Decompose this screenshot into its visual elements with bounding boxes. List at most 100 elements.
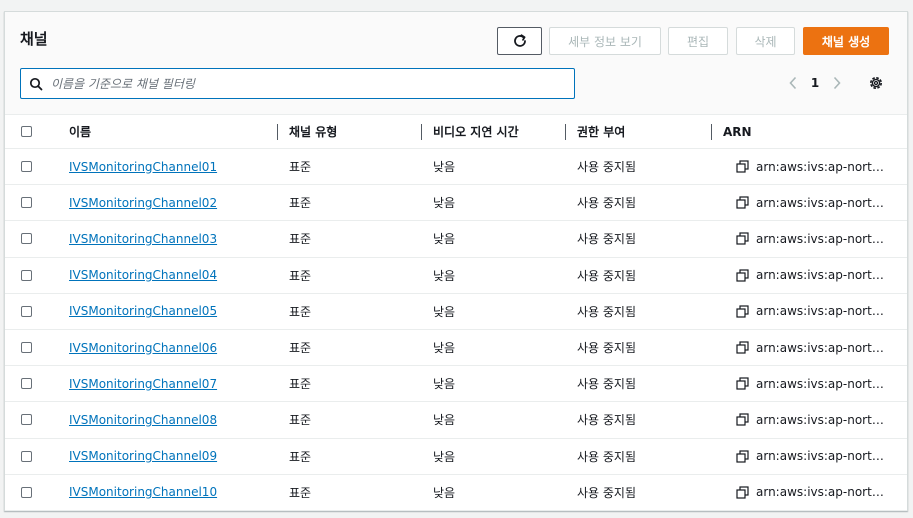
row-checkbox[interactable]: [21, 414, 32, 426]
channel-name-link[interactable]: IVSMonitoringChannel09: [69, 449, 217, 463]
column-header-name[interactable]: 이름: [57, 114, 277, 149]
latency-cell: 낮음: [421, 257, 565, 294]
column-header-latency[interactable]: 비디오 지연 시간: [421, 114, 565, 149]
row-checkbox[interactable]: [21, 269, 32, 281]
video-latency: 낮음: [433, 413, 456, 428]
arn-cell: arn:aws:ivs:ap-northe...: [711, 474, 907, 511]
row-checkbox[interactable]: [21, 486, 32, 498]
arn-value: arn:aws:ivs:ap-northe...: [756, 485, 891, 500]
table-row[interactable]: IVSMonitoringChannel08 표준 낮음 사용 중지됨 arn:aws:…: [5, 401, 907, 439]
next-page-button[interactable]: [826, 74, 848, 92]
authorization-status: 사용 중지됨: [577, 160, 637, 175]
type-cell: 표준: [277, 438, 421, 475]
type-cell: 표준: [277, 329, 421, 367]
channel-name-link[interactable]: IVSMonitoringChannel06: [69, 341, 217, 355]
column-header-type[interactable]: 채널 유형: [277, 114, 421, 149]
channel-name-link[interactable]: IVSMonitoringChannel01: [69, 160, 217, 174]
row-checkbox[interactable]: [21, 305, 32, 317]
row-select-cell: [5, 365, 57, 403]
table-row[interactable]: IVSMonitoringChannel02 표준 낮음 사용 중지됨 arn:aws:…: [5, 184, 907, 222]
edit-button[interactable]: 편집: [668, 27, 728, 55]
arn-value: arn:aws:ivs:ap-northe...: [756, 412, 891, 427]
row-checkbox[interactable]: [21, 450, 32, 462]
refresh-button[interactable]: [497, 27, 542, 55]
video-latency: 낮음: [433, 232, 456, 247]
row-checkbox[interactable]: [21, 161, 32, 173]
row-checkbox[interactable]: [21, 233, 32, 245]
authorization-cell: 사용 중지됨: [565, 220, 711, 258]
chevron-right-icon: [833, 76, 841, 90]
table-row[interactable]: IVSMonitoringChannel05 표준 낮음 사용 중지됨 arn:aws:…: [5, 293, 907, 330]
search-box[interactable]: [20, 68, 575, 99]
table-row[interactable]: IVSMonitoringChannel06 표준 낮음 사용 중지됨 arn:aws:…: [5, 329, 907, 367]
column-header-arn[interactable]: ARN: [711, 114, 907, 149]
type-cell: 표준: [277, 293, 421, 330]
copy-icon[interactable]: [736, 413, 749, 427]
table-row[interactable]: IVSMonitoringChannel01 표준 낮음 사용 중지됨 arn:aws:…: [5, 148, 907, 186]
table-row[interactable]: IVSMonitoringChannel09 표준 낮음 사용 중지됨 arn:aws:…: [5, 438, 907, 475]
row-select-cell: [5, 220, 57, 258]
page-number[interactable]: 1: [804, 76, 826, 90]
name-cell: IVSMonitoringChannel10: [57, 474, 277, 511]
table-row[interactable]: IVSMonitoringChannel07 표준 낮음 사용 중지됨 arn:aws:…: [5, 365, 907, 403]
type-cell: 표준: [277, 148, 421, 186]
copy-icon[interactable]: [736, 232, 749, 246]
authorization-status: 사용 중지됨: [577, 268, 637, 283]
channel-type: 표준: [289, 449, 312, 464]
table-row[interactable]: IVSMonitoringChannel10 표준 낮음 사용 중지됨 arn:aws:…: [5, 474, 907, 511]
row-select-cell: [5, 474, 57, 511]
authorization-cell: 사용 중지됨: [565, 148, 711, 186]
delete-button[interactable]: 삭제: [736, 27, 795, 55]
copy-icon[interactable]: [736, 269, 749, 282]
copy-icon[interactable]: [736, 196, 749, 209]
copy-icon[interactable]: [736, 160, 749, 173]
video-latency: 낮음: [433, 341, 456, 356]
latency-cell: 낮음: [421, 220, 565, 258]
create-channel-button[interactable]: 채널 생성: [803, 27, 889, 55]
channel-name-link[interactable]: IVSMonitoringChannel07: [69, 377, 217, 391]
column-header-authorization[interactable]: 권한 부여: [565, 114, 711, 149]
video-latency: 낮음: [433, 160, 456, 175]
arn-value: arn:aws:ivs:ap-northe...: [756, 195, 891, 210]
channel-name-link[interactable]: IVSMonitoringChannel05: [69, 304, 217, 318]
channel-type: 표준: [289, 268, 312, 283]
select-all-checkbox[interactable]: [21, 126, 32, 137]
authorization-cell: 사용 중지됨: [565, 293, 711, 330]
name-cell: IVSMonitoringChannel02: [57, 184, 277, 222]
table-row[interactable]: IVSMonitoringChannel04 표준 낮음 사용 중지됨 arn:aws:…: [5, 257, 907, 294]
channel-name-link[interactable]: IVSMonitoringChannel08: [69, 413, 217, 427]
copy-icon[interactable]: [736, 377, 749, 390]
name-cell: IVSMonitoringChannel06: [57, 329, 277, 367]
video-latency: 낮음: [433, 304, 456, 319]
row-select-cell: [5, 184, 57, 222]
channel-name-link[interactable]: IVSMonitoringChannel02: [69, 196, 217, 210]
search-input[interactable]: [51, 76, 574, 91]
row-checkbox[interactable]: [21, 342, 32, 354]
channel-name-link[interactable]: IVSMonitoringChannel03: [69, 232, 217, 246]
video-latency: 낮음: [433, 377, 456, 392]
channel-name-link[interactable]: IVSMonitoringChannel04: [69, 268, 217, 282]
row-checkbox[interactable]: [21, 197, 32, 209]
copy-icon[interactable]: [736, 341, 749, 354]
authorization-status: 사용 중지됨: [577, 485, 637, 500]
authorization-status: 사용 중지됨: [577, 304, 637, 319]
row-checkbox[interactable]: [21, 378, 32, 390]
copy-icon[interactable]: [736, 486, 749, 499]
copy-icon[interactable]: [736, 305, 749, 318]
arn-cell: arn:aws:ivs:ap-northe...: [711, 329, 907, 367]
row-select-cell: [5, 293, 57, 330]
row-select-cell: [5, 438, 57, 475]
arn-value: arn:aws:ivs:ap-northe...: [756, 340, 891, 355]
channel-type: 표준: [289, 232, 312, 247]
refresh-icon: [513, 34, 526, 47]
channel-name-link[interactable]: IVSMonitoringChannel10: [69, 485, 217, 499]
arn-value: arn:aws:ivs:ap-northe...: [756, 231, 891, 246]
copy-icon[interactable]: [736, 449, 749, 463]
arn-value: arn:aws:ivs:ap-northe...: [756, 159, 891, 174]
table-row[interactable]: IVSMonitoringChannel03 표준 낮음 사용 중지됨 arn:aws:…: [5, 220, 907, 258]
authorization-status: 사용 중지됨: [577, 377, 637, 392]
prev-page-button[interactable]: [782, 74, 804, 92]
gear-icon[interactable]: [867, 74, 885, 92]
column-header-label: 권한 부여: [577, 125, 626, 139]
view-details-button[interactable]: 세부 정보 보기: [549, 27, 661, 55]
